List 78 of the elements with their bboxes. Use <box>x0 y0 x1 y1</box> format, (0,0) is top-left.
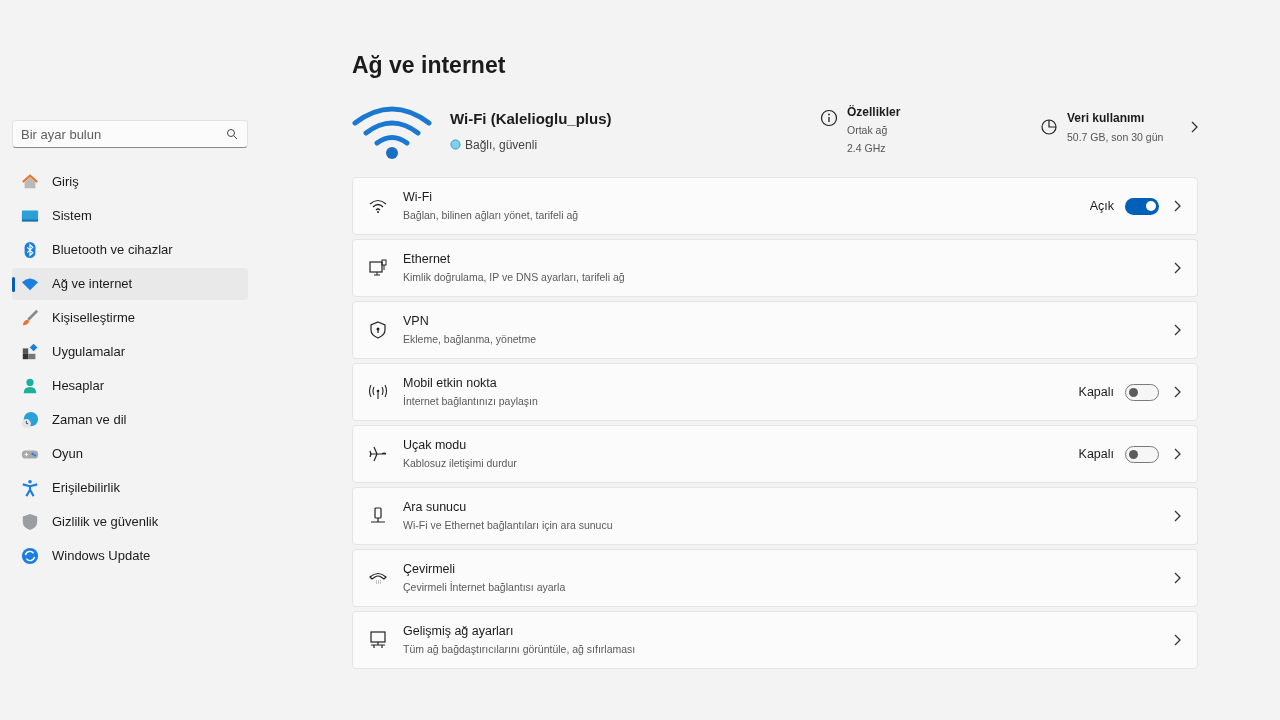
setting-title: Wi-Fi <box>403 189 434 207</box>
nav-item[interactable]: Hesaplar <box>12 370 248 402</box>
nav-item[interactable]: Gizlilik ve güvenlik <box>12 506 248 538</box>
toggle-switch[interactable] <box>1125 383 1159 401</box>
nav-item[interactable]: Ağ ve internet <box>12 268 248 300</box>
settings-card[interactable]: Uçak modu Kablosuz iletişimi durdur Kapalı <box>352 425 1198 483</box>
search-field[interactable]: Bir ayar bulun <box>12 120 248 148</box>
chevron-icon <box>1173 510 1181 522</box>
pie-chart-icon <box>1040 118 1058 136</box>
setting-title: Gelişmiş ağ ayarları <box>403 623 515 641</box>
home-icon <box>21 173 39 191</box>
setting-description: Wi-Fi ve Ethernet bağlantıları için ara sunucu <box>403 518 613 533</box>
setting-description: Kablosuz iletişimi durdur <box>403 456 517 471</box>
nav-item[interactable]: Zaman ve dil <box>12 404 248 436</box>
info-icon <box>820 109 838 128</box>
settings-card[interactable]: Çevirmeli Çevirmeli İnternet bağlantısı ayarla <box>352 549 1198 607</box>
nav-item[interactable]: Giriş <box>12 166 248 198</box>
nav-item[interactable]: Sistem <box>12 200 248 232</box>
property-text: 2.4 GHz <box>847 141 887 156</box>
setting-description: Tüm ağ bağdaştırıcılarını görüntüle, ağ sıfırlaması <box>403 642 636 657</box>
airplane-icon <box>368 444 388 464</box>
wifi-icon <box>352 103 432 159</box>
chevron-icon <box>1173 324 1181 336</box>
settings-card[interactable]: Wi-Fi Bağlan, bilinen ağları yönet, tarifeli ağ Açık <box>352 177 1198 235</box>
setting-description: Kimlik doğrulama, IP ve DNS ayarları, tarifeli ağ <box>403 270 625 285</box>
shield-icon <box>368 320 388 340</box>
setting-title: Ethernet <box>403 251 452 269</box>
toggle-state: Kapalı <box>1078 445 1114 463</box>
device-icon <box>368 506 388 526</box>
settings-card[interactable]: Ara sunucu Wi-Fi ve Ethernet bağlantıları için ara sunucu <box>352 487 1198 545</box>
connection-status: Bağlı, güvenli <box>465 136 538 154</box>
setting-title: Mobil etkin nokta <box>403 375 498 393</box>
globe-icon <box>450 139 461 151</box>
settings-card[interactable]: Gelişmiş ağ ayarları Tüm ağ bağdaştırıcılarını görüntüle, ağ sıfırlaması <box>352 611 1198 669</box>
setting-title: VPN <box>403 313 430 331</box>
nav-item[interactable]: Erişilebilirlik <box>12 472 248 504</box>
settings-card[interactable]: VPN Ekleme, bağlanma, yönetme <box>352 301 1198 359</box>
settings-card[interactable]: Mobil etkin nokta İnternet bağlantınızı paylaşın Kapalı <box>352 363 1198 421</box>
chevron-icon <box>1173 200 1181 212</box>
nav-item[interactable]: Kişiselleştirme <box>12 302 248 334</box>
toggle-switch[interactable] <box>1125 445 1159 463</box>
chevron-icon <box>1173 448 1181 460</box>
network-name: Wi-Fi (Kalelioglu_plus) <box>450 109 612 130</box>
shield-icon <box>21 513 39 531</box>
nav-item[interactable]: Uygulamalar <box>12 336 248 368</box>
toggle-switch[interactable] <box>1125 197 1159 215</box>
apps-icon <box>21 343 39 361</box>
nav-item[interactable]: Oyun <box>12 438 248 470</box>
setting-description: Bağlan, bilinen ağları yönet, tarifeli ağ <box>403 208 579 223</box>
antenna-icon <box>368 382 388 402</box>
chevron-icon <box>1190 121 1198 133</box>
setting-description: İnternet bağlantınızı paylaşın <box>403 394 538 409</box>
search-icon <box>226 128 238 140</box>
person-icon <box>21 377 39 395</box>
chevron-icon <box>1173 634 1181 646</box>
chevron-icon <box>1173 386 1181 398</box>
chevron-icon <box>1173 262 1181 274</box>
monitor-network-icon <box>368 630 388 650</box>
computer-icon <box>368 258 388 278</box>
page-title: Ağ ve internet <box>352 51 507 80</box>
toggle-state: Açık <box>1089 197 1114 215</box>
nav-item[interactable]: Bluetooth ve cihazlar <box>12 234 248 266</box>
property-text: Ortak ağ <box>847 123 889 139</box>
setting-title: Çevirmeli <box>403 561 457 579</box>
chevron-icon <box>1173 572 1181 584</box>
accessibility-icon <box>21 479 39 497</box>
settings-card[interactable]: Ethernet Kimlik doğrulama, IP ve DNS ayarları, tarifeli ağ <box>352 239 1198 297</box>
setting-title: Uçak modu <box>403 437 468 455</box>
globe-clock-icon <box>21 411 39 429</box>
nav-item[interactable]: Windows Update <box>12 540 248 572</box>
setting-description: Çevirmeli İnternet bağlantısı ayarla <box>403 580 566 595</box>
setting-description: Ekleme, bağlanma, yönetme <box>403 332 537 347</box>
update-icon <box>21 547 39 565</box>
setting-title: Ara sunucu <box>403 499 468 517</box>
data-usage-link[interactable]: Veri kullanımı 50.7 GB, son 30 gün <box>1040 108 1198 146</box>
toggle-state: Kapalı <box>1078 383 1114 401</box>
brush-icon <box>21 309 39 327</box>
properties-title: Özellikler <box>847 104 901 122</box>
